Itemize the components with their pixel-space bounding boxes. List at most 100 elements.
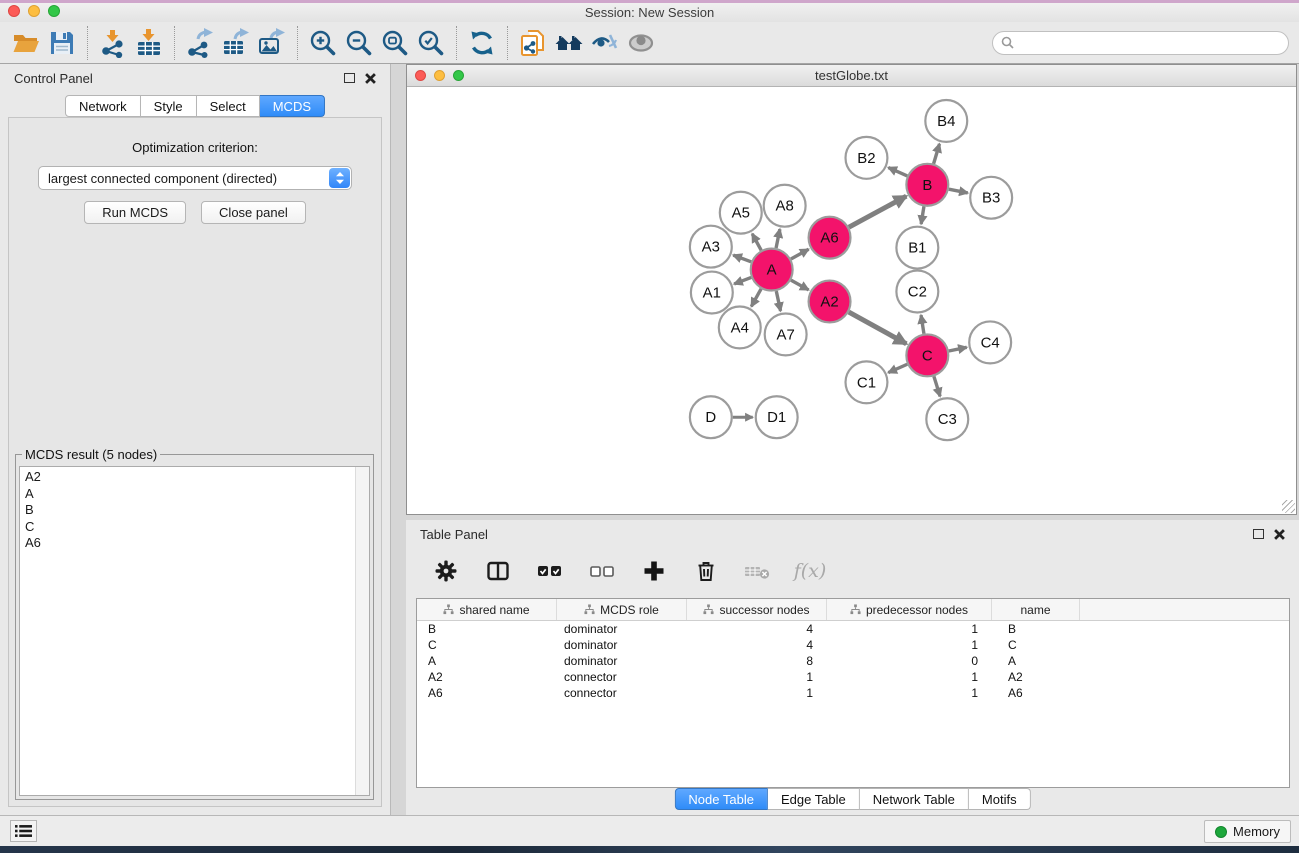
edge-C-C2[interactable] [921,315,924,334]
edge-B-B4[interactable] [934,144,940,164]
search-field[interactable] [1019,33,1288,53]
deselect-all-icon[interactable] [588,557,616,585]
refresh-icon[interactable] [464,25,500,61]
optimization-criterion-select[interactable]: largest connected component (directed) [38,166,352,190]
export-network-icon[interactable] [182,25,218,61]
memory-button[interactable]: Memory [1204,820,1291,843]
mcds-result-item[interactable]: A [25,486,369,503]
edge-B-B3[interactable] [949,189,968,193]
node-C3[interactable]: C3 [926,398,968,440]
network-window-titlebar[interactable]: testGlobe.txt [407,65,1296,87]
search-input[interactable] [992,31,1289,55]
column-header-mcds-role[interactable]: MCDS role [557,599,687,620]
run-mcds-button[interactable]: Run MCDS [84,201,186,224]
show-details-eye-icon[interactable] [623,25,659,61]
minimize-network-window-button[interactable] [434,70,445,81]
split-view-icon[interactable] [484,557,512,585]
edge-A-A8[interactable] [776,229,780,248]
node-C2[interactable]: C2 [896,271,938,313]
delete-column-icon[interactable] [692,557,720,585]
minimize-window-button[interactable] [28,5,40,17]
node-C1[interactable]: C1 [846,361,888,403]
node-D1[interactable]: D1 [756,396,798,438]
window-resize-grip[interactable] [1282,500,1295,513]
column-header-successor-nodes[interactable]: successor nodes [687,599,827,620]
node-B[interactable]: B [906,164,948,206]
column-header-predecessor-nodes[interactable]: predecessor nodes [827,599,992,620]
function-builder-icon[interactable]: f(x) [796,557,824,585]
houses-icon[interactable] [551,25,587,61]
edge-A-A6[interactable] [791,249,809,259]
export-image-icon[interactable] [254,25,290,61]
node-D[interactable]: D [690,396,732,438]
node-B3[interactable]: B3 [970,177,1012,219]
edge-A-A3[interactable] [733,255,751,262]
node-A[interactable]: A [751,249,793,291]
node-A6[interactable]: A6 [809,217,851,259]
open-session-icon[interactable] [8,25,44,61]
node-A1[interactable]: A1 [691,272,733,314]
column-header-shared-name[interactable]: shared name [417,599,557,620]
edge-A2-C[interactable] [849,312,907,344]
edge-A6-B[interactable] [849,196,906,227]
mcds-result-item[interactable]: C [25,519,369,536]
edge-C-C1[interactable] [888,364,907,372]
table-row[interactable]: Adominator80A [417,653,1289,669]
edge-A-A5[interactable] [752,234,761,251]
column-header-name[interactable]: name [992,599,1080,620]
add-column-icon[interactable] [640,557,668,585]
close-panel-icon[interactable] [365,73,376,84]
tab-network[interactable]: Network [65,95,141,117]
mcds-result-list[interactable]: A2ABCA6 [19,466,370,796]
table-row[interactable]: A6connector11A6 [417,685,1289,701]
node-A7[interactable]: A7 [765,313,807,355]
tab-node-table[interactable]: Node Table [674,788,768,810]
zoom-out-icon[interactable] [341,25,377,61]
import-network-icon[interactable] [95,25,131,61]
gear-icon[interactable] [432,557,460,585]
export-table-icon[interactable] [218,25,254,61]
zoom-fit-icon[interactable] [377,25,413,61]
duplicate-network-icon[interactable] [515,25,551,61]
node-A4[interactable]: A4 [719,306,761,348]
table-row[interactable]: A2connector11A2 [417,669,1289,685]
mcds-result-item[interactable]: A2 [25,469,369,486]
zoom-in-icon[interactable] [305,25,341,61]
edge-C-C3[interactable] [934,376,940,396]
zoom-window-button[interactable] [48,5,60,17]
zoom-selected-icon[interactable] [413,25,449,61]
node-A5[interactable]: A5 [720,192,762,234]
node-A2[interactable]: A2 [809,281,851,323]
tab-mcds[interactable]: MCDS [260,95,325,117]
mcds-list-scrollbar[interactable] [355,467,369,795]
network-canvas[interactable]: AA1A2A3A4A5A6A7A8BB1B2B3B4CC1C2C3C4DD1 [407,88,1296,514]
import-table-icon[interactable] [131,25,167,61]
node-C[interactable]: C [906,334,948,376]
close-window-button[interactable] [8,5,20,17]
edge-B-B1[interactable] [921,206,924,224]
edge-A-A4[interactable] [751,289,761,307]
mcds-result-item[interactable]: A6 [25,535,369,552]
node-A3[interactable]: A3 [690,226,732,268]
float-table-panel-icon[interactable] [1253,529,1264,539]
task-history-button[interactable] [10,820,37,842]
node-A8[interactable]: A8 [764,185,806,227]
hide-details-eye-icon[interactable] [587,25,623,61]
tab-style[interactable]: Style [141,95,197,117]
close-panel-button[interactable]: Close panel [201,201,306,224]
float-panel-icon[interactable] [344,73,355,83]
select-all-icon[interactable] [536,557,564,585]
table-row[interactable]: Bdominator41B [417,621,1289,637]
table-row[interactable]: Cdominator41C [417,637,1289,653]
tab-motifs[interactable]: Motifs [969,788,1031,810]
zoom-network-window-button[interactable] [453,70,464,81]
edge-A-A7[interactable] [776,291,780,311]
tab-select[interactable]: Select [197,95,260,117]
node-B1[interactable]: B1 [896,227,938,269]
close-network-window-button[interactable] [415,70,426,81]
tab-network-table[interactable]: Network Table [860,788,969,810]
delete-table-icon[interactable] [744,557,772,585]
node-B4[interactable]: B4 [925,100,967,142]
save-session-icon[interactable] [44,25,80,61]
tab-edge-table[interactable]: Edge Table [768,788,860,810]
